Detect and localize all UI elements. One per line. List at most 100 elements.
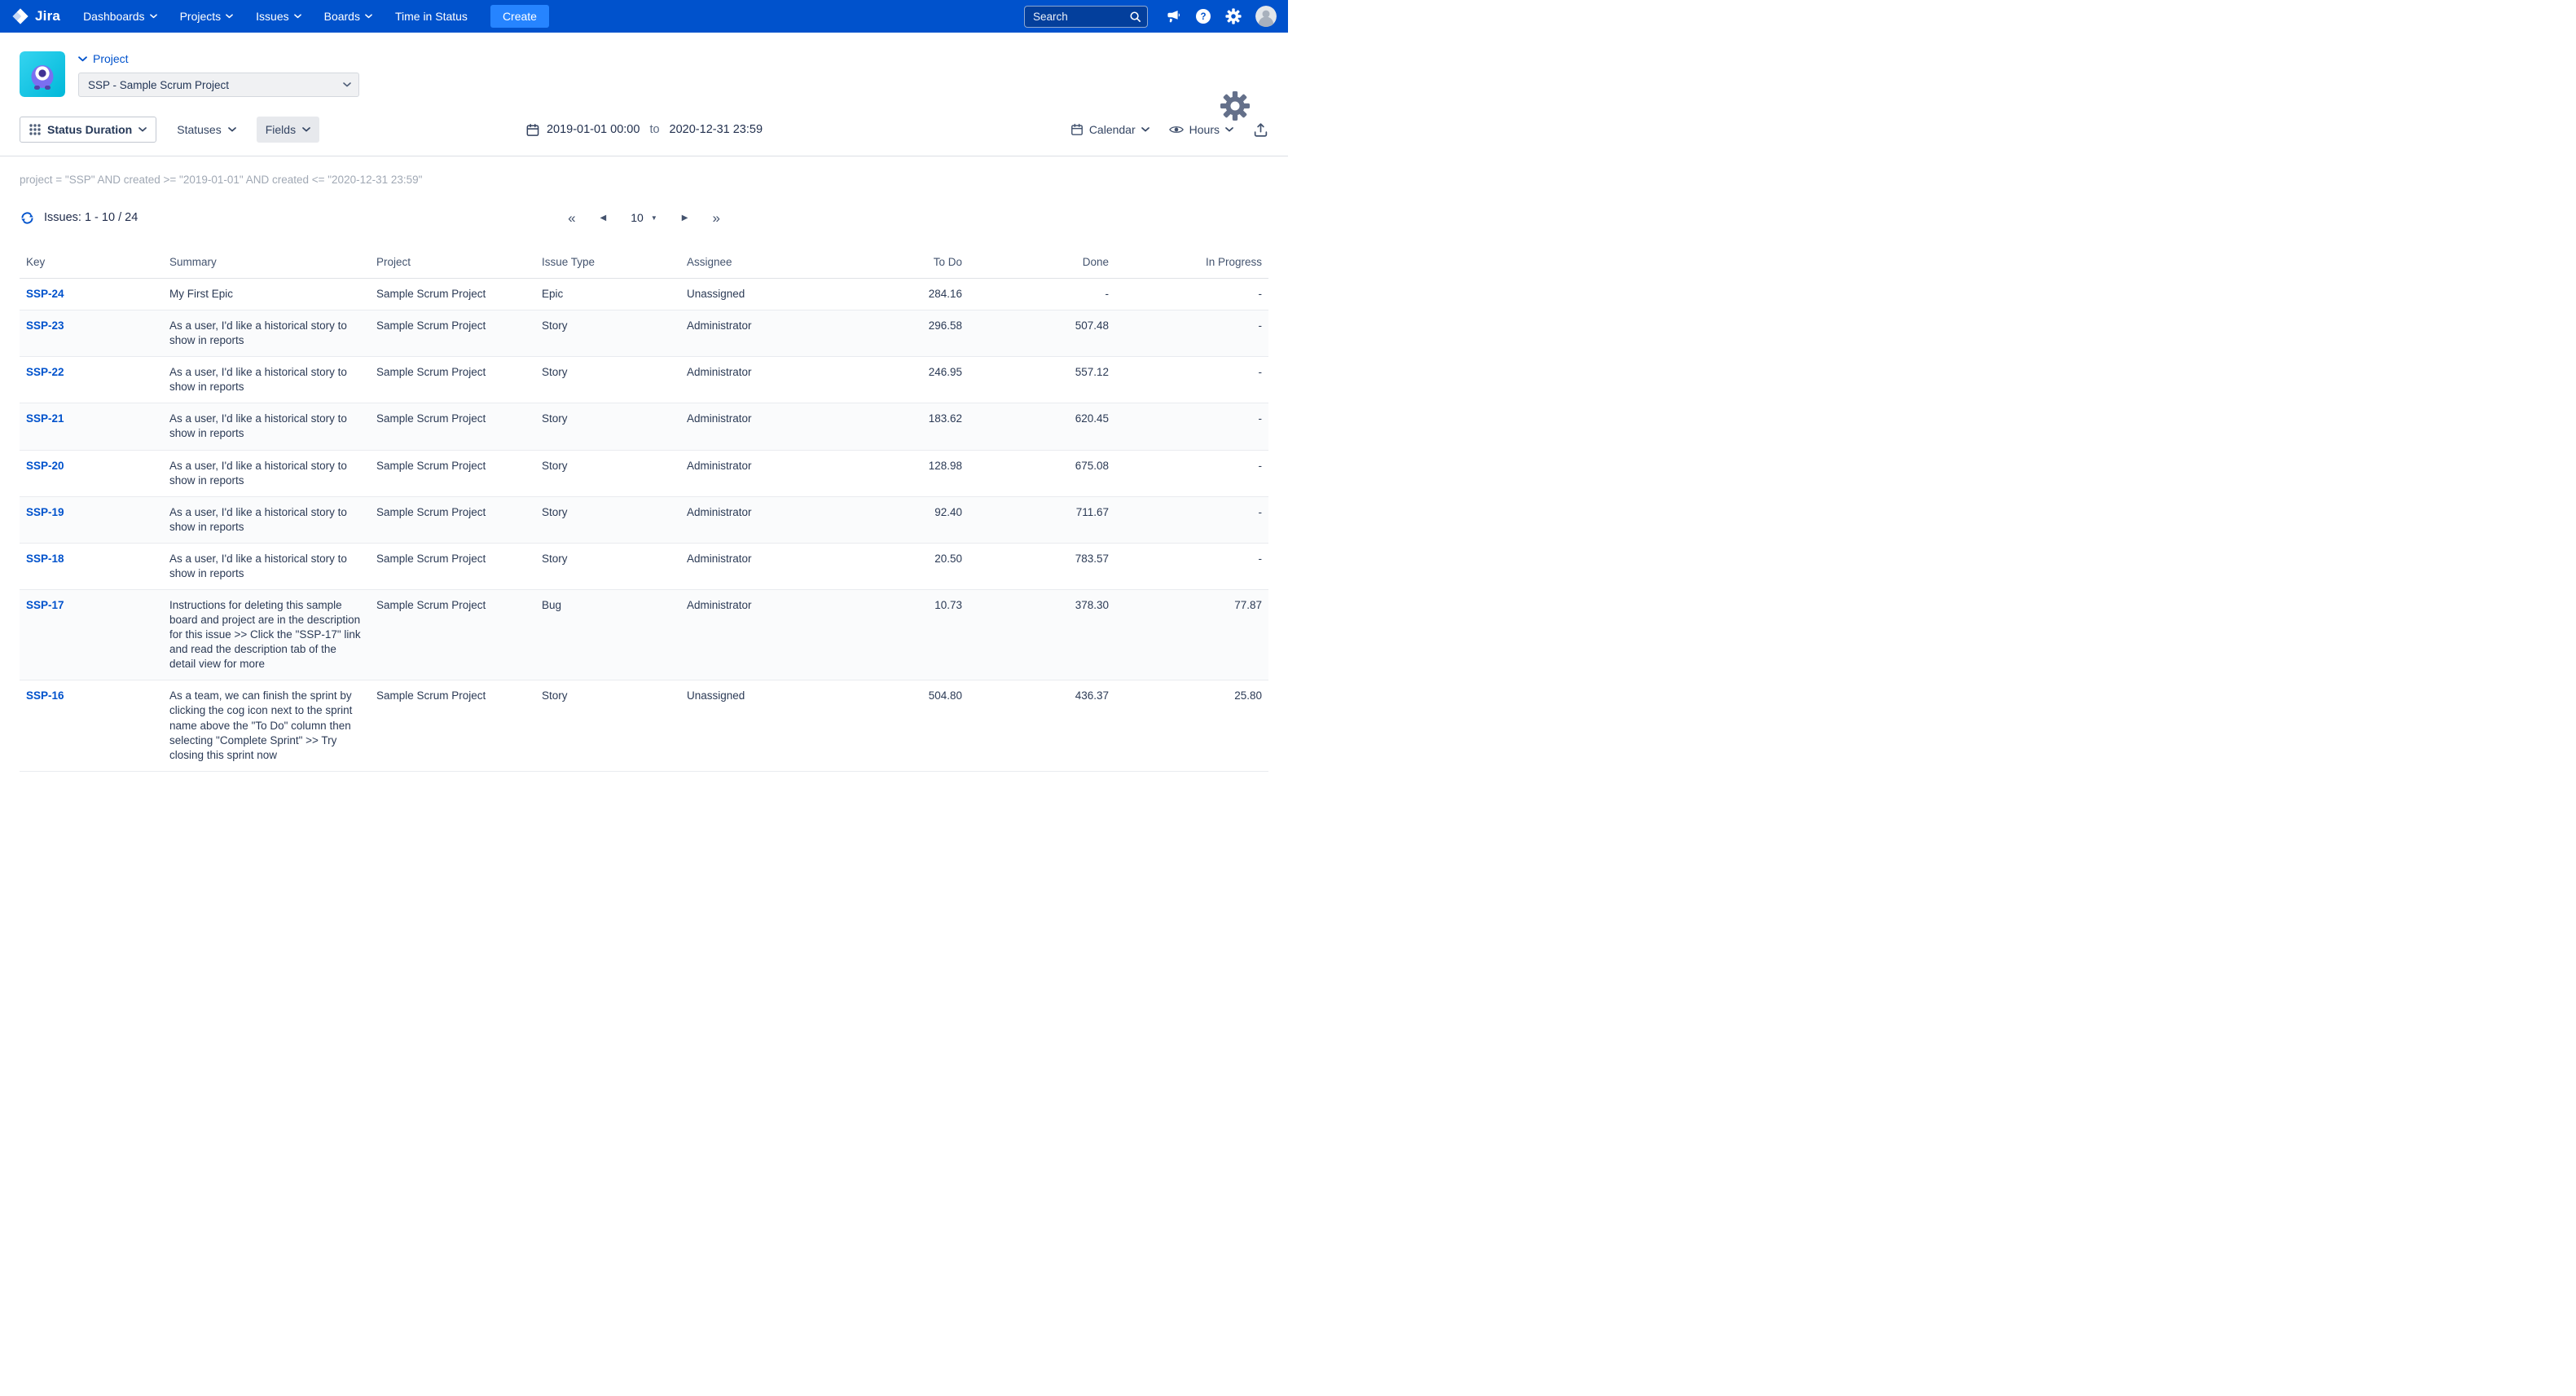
pagination-prev-button[interactable]: ◀ xyxy=(600,214,607,222)
navbar-item-issues[interactable]: Issues xyxy=(256,10,301,23)
statuses-button[interactable]: Statuses xyxy=(168,117,244,143)
fields-label: Fields xyxy=(266,123,296,136)
issues-count-block: Issues: 1 - 10 / 24 xyxy=(20,210,138,226)
pagination-first-button[interactable]: « xyxy=(568,211,575,225)
navbar-item-time-in-status[interactable]: Time in Status xyxy=(395,10,468,23)
issue-done: 783.57 xyxy=(969,543,1115,589)
nav-item-label: Issues xyxy=(256,10,288,23)
project-label: Project xyxy=(93,52,129,65)
issue-in-progress: - xyxy=(1115,496,1268,543)
column-header-project[interactable]: Project xyxy=(370,249,535,279)
issue-type: Epic xyxy=(535,279,680,310)
issue-summary: Instructions for deleting this sample bo… xyxy=(163,590,370,680)
issue-type: Story xyxy=(535,450,680,496)
issue-summary: As a user, I'd like a historical story t… xyxy=(163,357,370,403)
jira-logo-icon xyxy=(11,7,29,25)
help-icon[interactable]: ? xyxy=(1195,8,1211,24)
date-range-picker[interactable]: 2019-01-01 00:00 to 2020-12-31 23:59 xyxy=(525,123,763,137)
issue-key-link[interactable]: SSP-21 xyxy=(26,412,64,425)
report-type-label: Status Duration xyxy=(47,123,132,136)
chevron-down-icon xyxy=(78,56,87,62)
chevron-down-icon xyxy=(294,14,301,19)
issue-type: Story xyxy=(535,357,680,403)
search-icon[interactable] xyxy=(1129,11,1141,23)
issue-assignee: Administrator xyxy=(680,543,822,589)
issue-summary: As a user, I'd like a historical story t… xyxy=(163,543,370,589)
issue-in-progress: 77.87 xyxy=(1115,590,1268,680)
chevron-down-icon xyxy=(343,82,351,87)
statuses-label: Statuses xyxy=(177,123,221,136)
issue-project: Sample Scrum Project xyxy=(370,450,535,496)
top-navbar: Jira Dashboards Projects Issues Boards T… xyxy=(0,0,1288,33)
chevron-down-icon xyxy=(365,14,372,19)
issue-in-progress: - xyxy=(1115,543,1268,589)
issue-type: Story xyxy=(535,543,680,589)
pagination-last-button[interactable]: » xyxy=(712,211,719,225)
issue-row: SSP-17 Instructions for deleting this sa… xyxy=(20,590,1268,680)
fields-button[interactable]: Fields xyxy=(257,117,319,143)
issue-in-progress: - xyxy=(1115,403,1268,450)
calendar-icon xyxy=(1070,123,1084,136)
column-header-assignee[interactable]: Assignee xyxy=(680,249,822,279)
issue-to-do: 92.40 xyxy=(822,496,969,543)
issue-row: SSP-18 As a user, I'd like a historical … xyxy=(20,543,1268,589)
issue-key-link[interactable]: SSP-22 xyxy=(26,366,64,378)
project-avatar xyxy=(20,51,65,97)
report-type-button[interactable]: Status Duration xyxy=(20,117,156,143)
issue-done: - xyxy=(969,279,1115,310)
column-header-done[interactable]: Done xyxy=(969,249,1115,279)
create-button[interactable]: Create xyxy=(490,5,549,28)
issue-summary: As a user, I'd like a historical story t… xyxy=(163,496,370,543)
issues-table-head: KeySummaryProjectIssue TypeAssigneeTo Do… xyxy=(20,249,1268,279)
issue-in-progress: - xyxy=(1115,357,1268,403)
issues-table-head-row: KeySummaryProjectIssue TypeAssigneeTo Do… xyxy=(20,249,1268,279)
chevron-down-icon xyxy=(226,14,233,19)
pagination-next-button[interactable]: ▶ xyxy=(682,214,688,222)
issue-project: Sample Scrum Project xyxy=(370,543,535,589)
page-size-dropdown[interactable]: 10 ▼ xyxy=(631,211,657,224)
column-header-key[interactable]: Key xyxy=(20,249,163,279)
issue-to-do: 128.98 xyxy=(822,450,969,496)
chevron-down-icon xyxy=(150,14,157,19)
issue-key-link[interactable]: SSP-17 xyxy=(26,599,64,611)
issue-row: SSP-19 As a user, I'd like a historical … xyxy=(20,496,1268,543)
issue-done: 507.48 xyxy=(969,310,1115,357)
issue-key-link[interactable]: SSP-19 xyxy=(26,506,64,518)
settings-gear-icon[interactable] xyxy=(1225,8,1242,24)
issue-type: Story xyxy=(535,496,680,543)
issues-table-body: SSP-24 My First Epic Sample Scrum Projec… xyxy=(20,279,1268,772)
issue-key-link[interactable]: SSP-23 xyxy=(26,319,64,332)
column-header-issue-type[interactable]: Issue Type xyxy=(535,249,680,279)
nav-item-label: Dashboards xyxy=(83,10,145,23)
project-select[interactable]: SSP - Sample Scrum Project xyxy=(78,73,359,97)
column-header-summary[interactable]: Summary xyxy=(163,249,370,279)
column-header-to-do[interactable]: To Do xyxy=(822,249,969,279)
time-format-dropdown[interactable]: Hours xyxy=(1169,123,1233,136)
calendar-mode-dropdown[interactable]: Calendar xyxy=(1070,123,1150,136)
project-section-toggle[interactable]: Project xyxy=(78,52,359,65)
issue-project: Sample Scrum Project xyxy=(370,590,535,680)
issue-to-do: 20.50 xyxy=(822,543,969,589)
issue-assignee: Unassigned xyxy=(680,279,822,310)
chevron-down-icon xyxy=(138,127,147,132)
navbar-item-dashboards[interactable]: Dashboards xyxy=(83,10,157,23)
column-header-in-progress[interactable]: In Progress xyxy=(1115,249,1268,279)
issues-count-label: Issues: 1 - 10 / 24 xyxy=(44,211,138,224)
issue-assignee: Administrator xyxy=(680,357,822,403)
page-size-value: 10 xyxy=(631,211,644,224)
jira-home-link[interactable]: Jira xyxy=(11,7,60,25)
refresh-icon[interactable] xyxy=(20,210,35,226)
user-avatar[interactable] xyxy=(1255,6,1277,27)
navbar-item-projects[interactable]: Projects xyxy=(180,10,234,23)
navbar-item-boards[interactable]: Boards xyxy=(324,10,372,23)
brand-name: Jira xyxy=(35,8,60,24)
issue-key-link[interactable]: SSP-16 xyxy=(26,689,64,702)
issue-key-link[interactable]: SSP-24 xyxy=(26,288,64,300)
export-icon[interactable] xyxy=(1253,122,1268,138)
issue-key-link[interactable]: SSP-18 xyxy=(26,553,64,565)
issue-key-link[interactable]: SSP-20 xyxy=(26,460,64,472)
feedback-megaphone-icon[interactable] xyxy=(1165,8,1181,24)
nav-item-label: Projects xyxy=(180,10,222,23)
issue-done: 557.12 xyxy=(969,357,1115,403)
page-size-caret-icon: ▼ xyxy=(651,214,657,222)
